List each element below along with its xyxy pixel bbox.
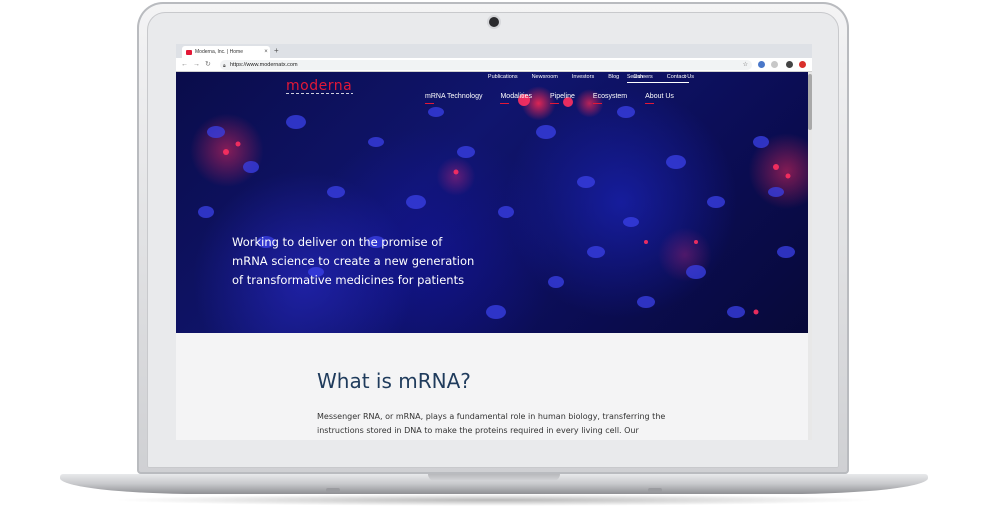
hero-tagline-line-3: of transformative medicines for patients — [232, 273, 465, 287]
mrna-intro-section: What is mRNA? Messenger RNA, or mRNA, pl… — [176, 333, 812, 440]
nav-blog[interactable]: Blog — [608, 74, 619, 80]
nav-newsroom[interactable]: Newsroom — [532, 74, 558, 80]
extension-icon-2[interactable] — [771, 61, 778, 68]
section-paragraph: Messenger RNA, or mRNA, plays a fundamen… — [317, 412, 666, 435]
address-bar[interactable]: 🔒︎ https://www.modernatx.com ☆ — [220, 60, 752, 70]
bookmark-star-icon[interactable]: ☆ — [743, 60, 748, 70]
scrollbar-thumb[interactable] — [808, 74, 812, 130]
back-arrow-icon[interactable]: ← — [181, 60, 188, 69]
tab-close-icon[interactable]: × — [262, 49, 270, 55]
laptop-foot-right — [648, 488, 662, 492]
moderna-favicon-icon — [186, 49, 192, 55]
nav-pipeline[interactable]: Pipeline — [549, 93, 575, 104]
laptop-shadow — [110, 494, 878, 506]
section-heading: What is mRNA? — [317, 369, 471, 393]
forward-arrow-icon[interactable]: → — [193, 60, 200, 69]
profile-avatar-icon[interactable] — [786, 61, 793, 68]
lock-icon: 🔒︎ — [223, 63, 226, 69]
webcam-icon — [489, 17, 499, 27]
hero-tagline: Working to deliver on the promise of mRN… — [232, 233, 475, 290]
nav-investors[interactable]: Investors — [572, 74, 594, 80]
laptop-foot-left — [326, 488, 340, 492]
extension-icon-red[interactable] — [799, 61, 806, 68]
cell-microscopy-image — [198, 94, 795, 319]
tab-title: Moderna, Inc. | Home — [195, 49, 243, 55]
nav-modalities[interactable]: Modalities — [500, 93, 532, 104]
moderna-homepage: Publications Newsroom Investors Blog Car… — [176, 72, 812, 440]
main-nav: mRNA Technology Modalities Pipeline Ecos… — [425, 93, 692, 104]
search-input[interactable]: Search ⌕ — [627, 73, 689, 83]
browser-window: Moderna, Inc. | Home × + ← → ↻ 🔒︎ https:… — [176, 44, 812, 440]
nav-publications[interactable]: Publications — [488, 74, 518, 80]
logo-underline — [286, 93, 353, 94]
page-scrollbar[interactable] — [808, 72, 812, 440]
hero-tagline-line-1: Working to deliver on the promise of — [232, 235, 443, 249]
moderna-logo[interactable]: moderna — [286, 78, 352, 94]
hero-banner: Publications Newsroom Investors Blog Car… — [176, 72, 812, 333]
extension-icon-1[interactable] — [758, 61, 765, 68]
url-text: https://www.modernatx.com — [230, 62, 298, 68]
laptop-notch — [428, 474, 560, 481]
search-icon[interactable]: ⌕ — [684, 73, 687, 81]
tab-bar: Moderna, Inc. | Home × + — [176, 44, 812, 58]
search-placeholder: Search — [627, 74, 643, 80]
nav-about-us[interactable]: About Us — [645, 93, 674, 104]
browser-toolbar: ← → ↻ 🔒︎ https://www.modernatx.com ☆ — [176, 58, 812, 72]
new-tab-button[interactable]: + — [274, 46, 279, 56]
hero-tagline-line-2: mRNA science to create a new generation — [232, 254, 475, 268]
tab-moderna-home[interactable]: Moderna, Inc. | Home × — [182, 46, 270, 58]
nav-mrna-technology[interactable]: mRNA Technology — [425, 93, 482, 104]
reload-icon[interactable]: ↻ — [205, 60, 211, 69]
nav-ecosystem[interactable]: Ecosystem — [592, 93, 627, 104]
